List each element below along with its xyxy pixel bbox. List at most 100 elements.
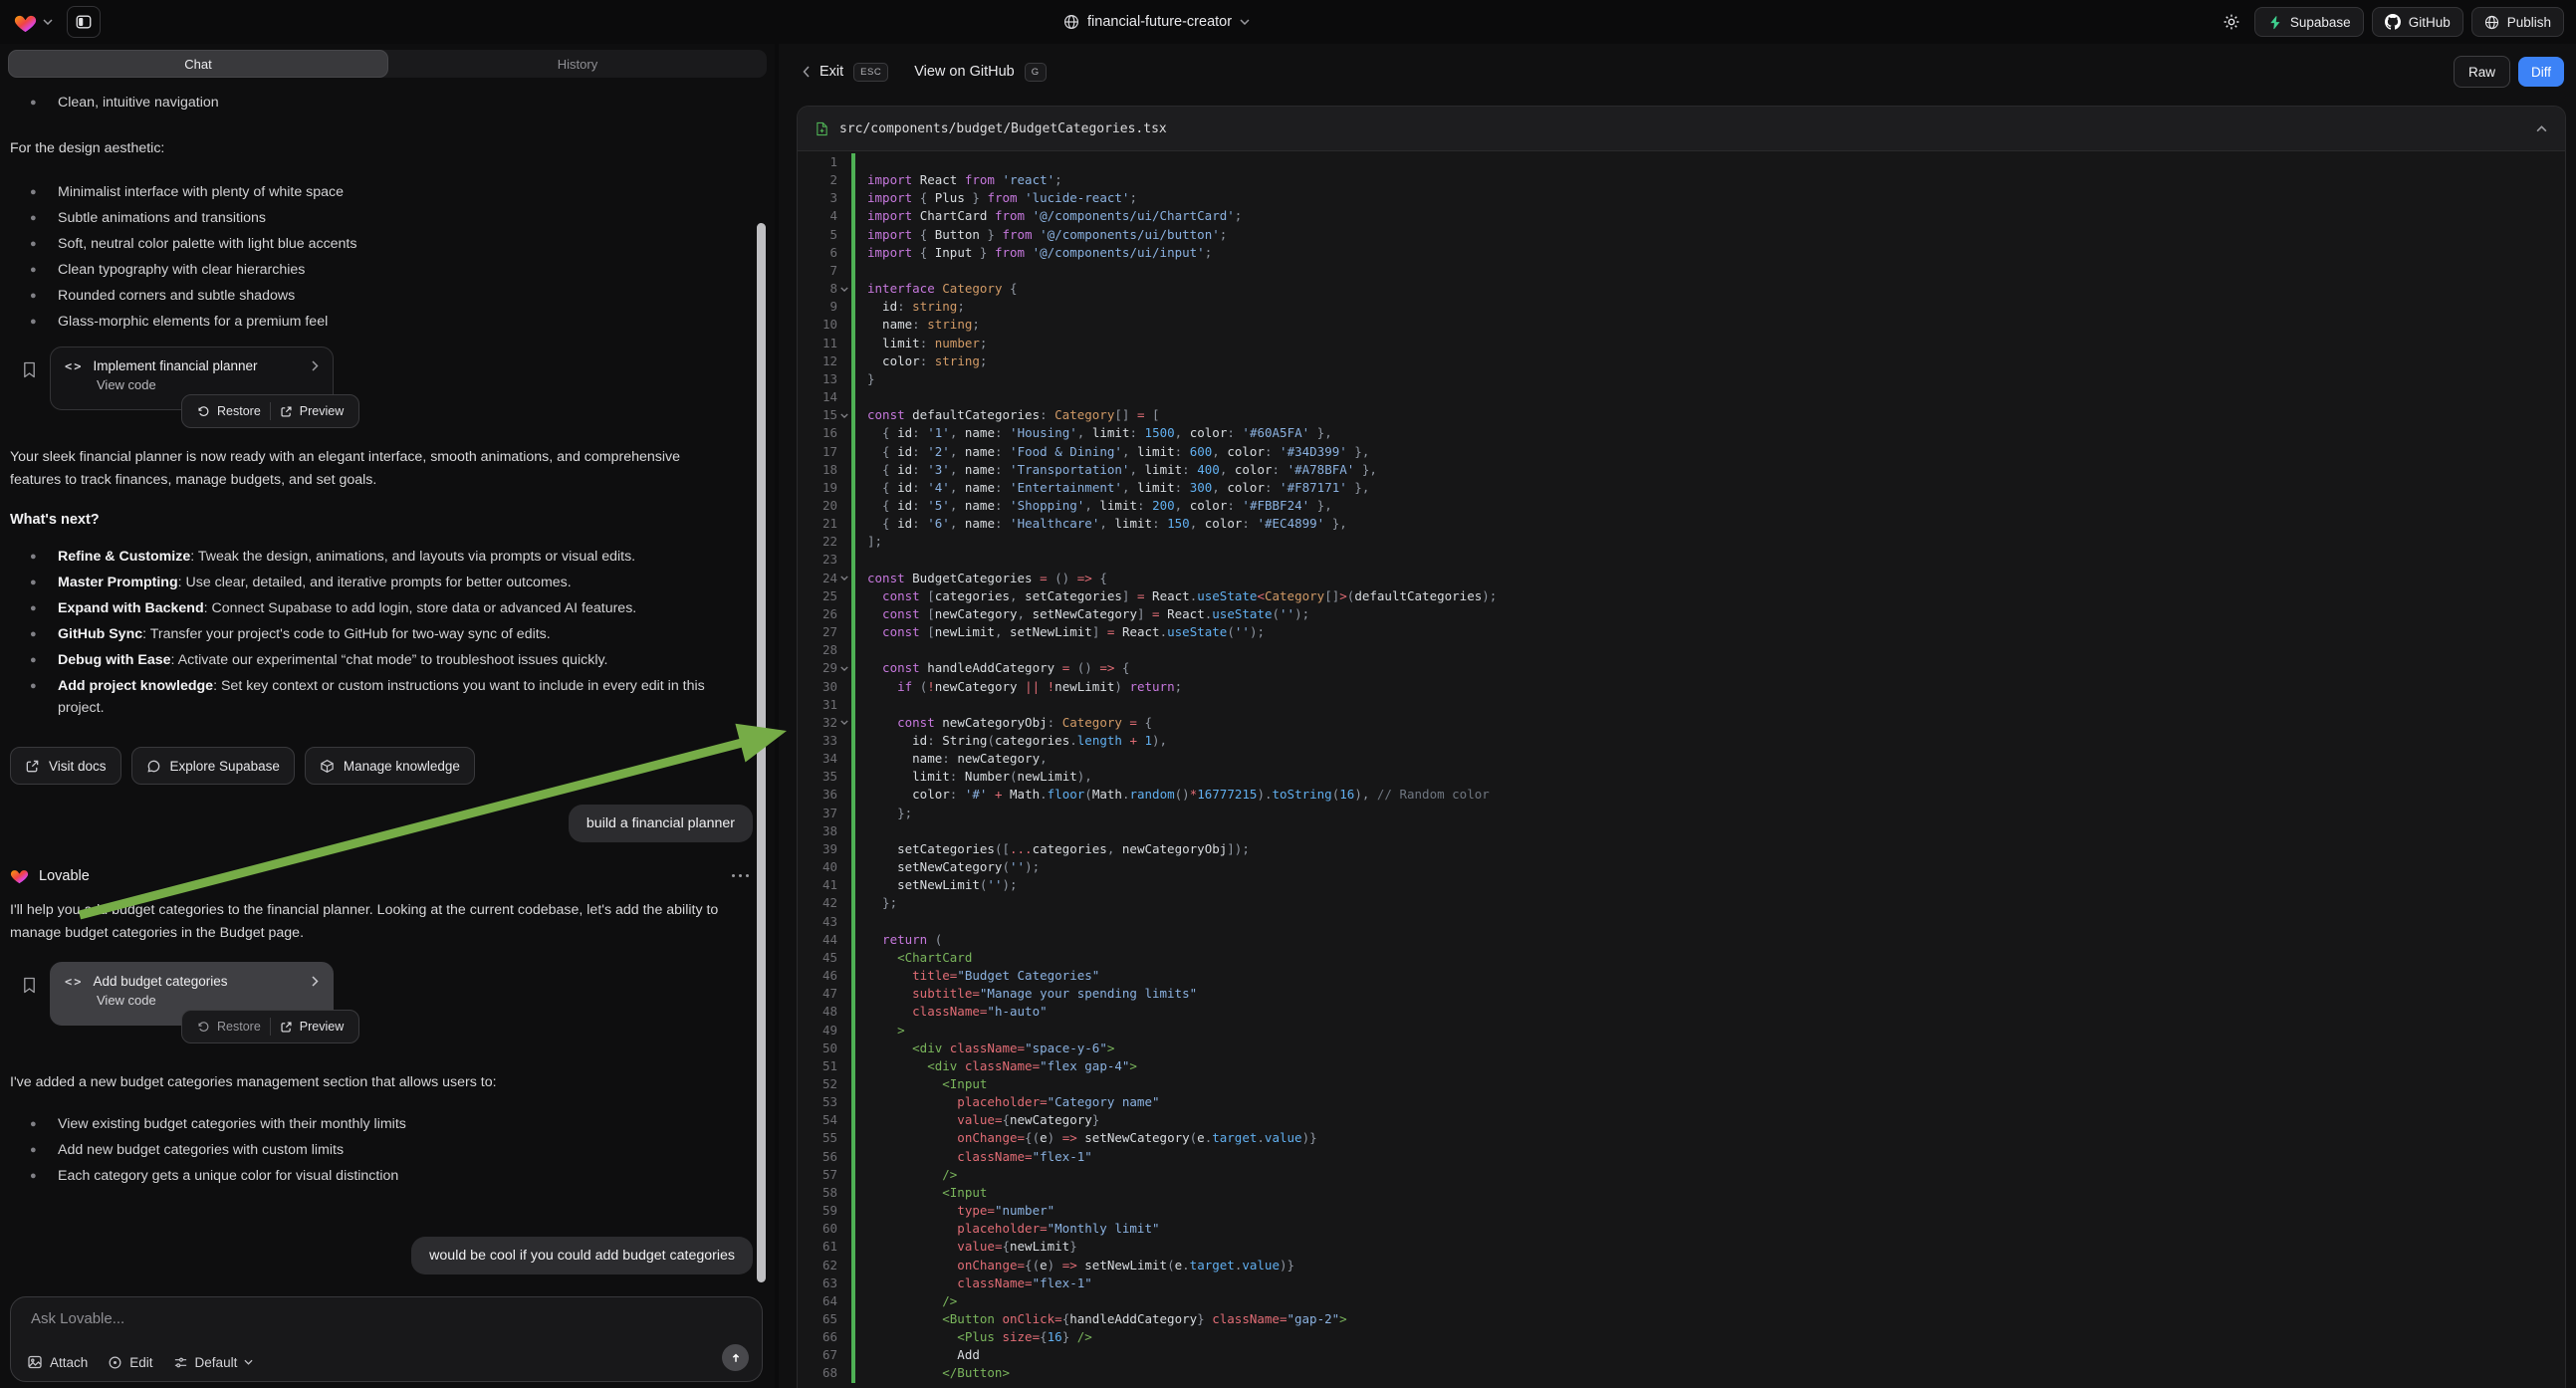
line-number[interactable]: 11 [798,335,837,352]
line-number[interactable]: 63 [798,1274,837,1292]
line-number[interactable]: 20 [798,497,837,515]
line-number[interactable]: 15 [798,406,837,424]
line-number[interactable]: 32 [798,714,837,732]
line-number[interactable]: 12 [798,352,837,370]
line-number[interactable]: 1 [798,153,837,171]
line-number[interactable]: 49 [798,1022,837,1040]
line-number[interactable]: 18 [798,461,837,479]
diff-button[interactable]: Diff [2518,57,2564,87]
view-code-link[interactable]: View code [97,993,333,1008]
project-switcher[interactable]: financial-future-creator [1063,0,1250,44]
chevron-down-icon[interactable] [43,19,53,25]
line-number[interactable]: 42 [798,894,837,912]
line-number[interactable]: 45 [798,949,837,967]
line-number[interactable]: 51 [798,1057,837,1075]
restore-button[interactable]: Restore [188,1017,270,1037]
attach-button[interactable]: Attach [27,1354,88,1370]
line-number[interactable]: 37 [798,805,837,822]
line-number[interactable]: 2 [798,171,837,189]
explore-supabase-button[interactable]: Explore Supabase [131,747,295,785]
github-button[interactable]: GitHub [2372,7,2463,37]
tab-history[interactable]: History [388,50,767,78]
line-number[interactable]: 22 [798,533,837,551]
line-number[interactable]: 46 [798,967,837,985]
more-options-icon[interactable] [732,874,749,877]
line-number[interactable]: 48 [798,1003,837,1021]
line-number[interactable]: 52 [798,1075,837,1093]
exit-button[interactable]: Exit esc [803,63,888,82]
supabase-button[interactable]: Supabase [2254,7,2364,37]
file-header[interactable]: src/components/budget/BudgetCategories.t… [798,107,2565,151]
line-number[interactable]: 9 [798,298,837,316]
line-number[interactable]: 40 [798,858,837,876]
preview-button[interactable]: Preview [271,401,352,421]
line-number[interactable]: 56 [798,1148,837,1166]
line-number[interactable]: 8 [798,280,837,298]
line-number[interactable]: 16 [798,424,837,442]
line-number[interactable]: 28 [798,641,837,659]
line-number[interactable]: 7 [798,262,837,280]
visit-docs-button[interactable]: Visit docs [10,747,121,785]
line-number[interactable]: 44 [798,931,837,949]
line-number[interactable]: 3 [798,189,837,207]
view-code-link[interactable]: View code [97,377,333,392]
fold-chevron-icon[interactable] [837,570,851,587]
sidebar-toggle-icon[interactable] [67,6,101,38]
line-number[interactable]: 26 [798,605,837,623]
line-number[interactable]: 66 [798,1328,837,1346]
line-number[interactable]: 61 [798,1238,837,1256]
mode-dropdown[interactable]: Default [173,1355,254,1370]
line-number[interactable]: 67 [798,1346,837,1364]
line-number[interactable]: 19 [798,479,837,497]
raw-button[interactable]: Raw [2454,56,2510,88]
line-number[interactable]: 60 [798,1220,837,1238]
manage-knowledge-button[interactable]: Manage knowledge [305,747,475,785]
line-number[interactable]: 64 [798,1292,837,1310]
bookmark-icon[interactable] [22,976,38,995]
preview-button[interactable]: Preview [271,1017,352,1037]
chevron-up-icon[interactable] [2536,125,2547,132]
line-number[interactable]: 23 [798,551,837,569]
line-number[interactable]: 39 [798,840,837,858]
line-number[interactable]: 13 [798,370,837,388]
line-number[interactable]: 68 [798,1364,837,1382]
view-on-github-button[interactable]: View on GitHub G [914,63,1046,82]
line-number[interactable]: 53 [798,1093,837,1111]
line-number[interactable]: 41 [798,876,837,894]
ask-lovable-input[interactable] [29,1309,630,1328]
line-number[interactable]: 62 [798,1257,837,1274]
fold-chevron-icon[interactable] [837,406,851,424]
chat-scrollbar[interactable] [757,223,766,1282]
line-number[interactable]: 31 [798,696,837,714]
fold-chevron-icon[interactable] [837,280,851,298]
line-number[interactable]: 50 [798,1040,837,1057]
line-number[interactable]: 25 [798,587,837,605]
line-number[interactable]: 21 [798,515,837,533]
line-number[interactable]: 36 [798,786,837,804]
line-number[interactable]: 24 [798,570,837,587]
line-number[interactable]: 33 [798,732,837,750]
line-number[interactable]: 54 [798,1111,837,1129]
line-number[interactable]: 59 [798,1202,837,1220]
line-number[interactable]: 35 [798,768,837,786]
line-number[interactable]: 5 [798,226,837,244]
lovable-logo-icon[interactable] [14,12,37,33]
line-number[interactable]: 47 [798,985,837,1003]
settings-gear-icon[interactable] [2217,7,2246,37]
line-number[interactable]: 17 [798,443,837,461]
line-number[interactable]: 10 [798,316,837,334]
edit-button[interactable]: Edit [108,1355,152,1370]
line-number[interactable]: 55 [798,1129,837,1147]
line-number[interactable]: 6 [798,244,837,262]
line-number[interactable]: 4 [798,207,837,225]
line-number[interactable]: 57 [798,1166,837,1184]
line-number[interactable]: 65 [798,1310,837,1328]
line-number[interactable]: 38 [798,822,837,840]
restore-button[interactable]: Restore [188,401,270,421]
tab-chat[interactable]: Chat [8,50,388,78]
line-number[interactable]: 43 [798,913,837,931]
line-number[interactable]: 27 [798,623,837,641]
bookmark-icon[interactable] [22,360,38,379]
line-number[interactable]: 29 [798,659,837,677]
fold-chevron-icon[interactable] [837,714,851,732]
